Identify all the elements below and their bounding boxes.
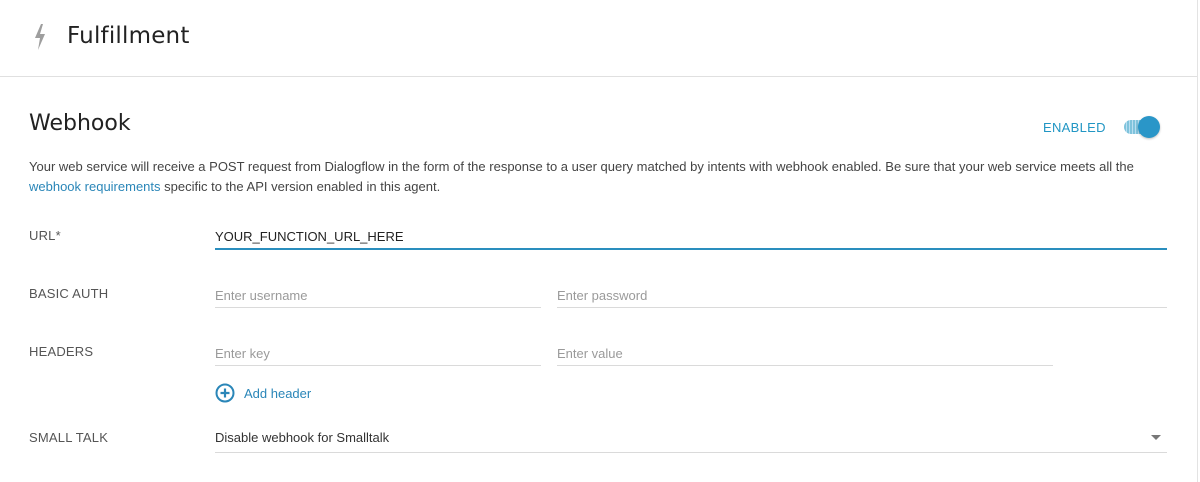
small-talk-selected-value: Disable webhook for Smalltalk: [215, 430, 390, 445]
add-circle-icon: [215, 383, 235, 403]
webhook-description: Your web service will receive a POST req…: [29, 159, 1134, 194]
small-talk-select[interactable]: Disable webhook for Smalltalk: [215, 426, 1167, 453]
toggle-knob: [1138, 116, 1160, 138]
page-title: Fulfillment: [67, 23, 190, 49]
header-key-input[interactable]: [215, 341, 541, 366]
basic-auth-label: BASIC AUTH: [29, 286, 109, 301]
username-input[interactable]: [215, 283, 541, 308]
webhook-enable-toggle[interactable]: [1124, 116, 1160, 138]
url-label: URL*: [29, 228, 61, 243]
small-talk-label: SMALL TALK: [29, 430, 109, 445]
add-header-label: Add header: [244, 386, 312, 401]
header-value-input[interactable]: [557, 341, 1053, 366]
password-input[interactable]: [557, 283, 1167, 308]
headers-label: HEADERS: [29, 344, 94, 359]
url-input[interactable]: [215, 224, 1167, 250]
webhook-title: Webhook: [29, 111, 131, 136]
page-header: Fulfillment: [0, 0, 1197, 77]
webhook-status-label: ENABLED: [1043, 120, 1106, 135]
chevron-down-icon: [1151, 435, 1161, 440]
panel-border: [1197, 0, 1198, 482]
bolt-icon: [35, 24, 45, 50]
webhook-requirements-link[interactable]: webhook requirements: [29, 179, 161, 194]
